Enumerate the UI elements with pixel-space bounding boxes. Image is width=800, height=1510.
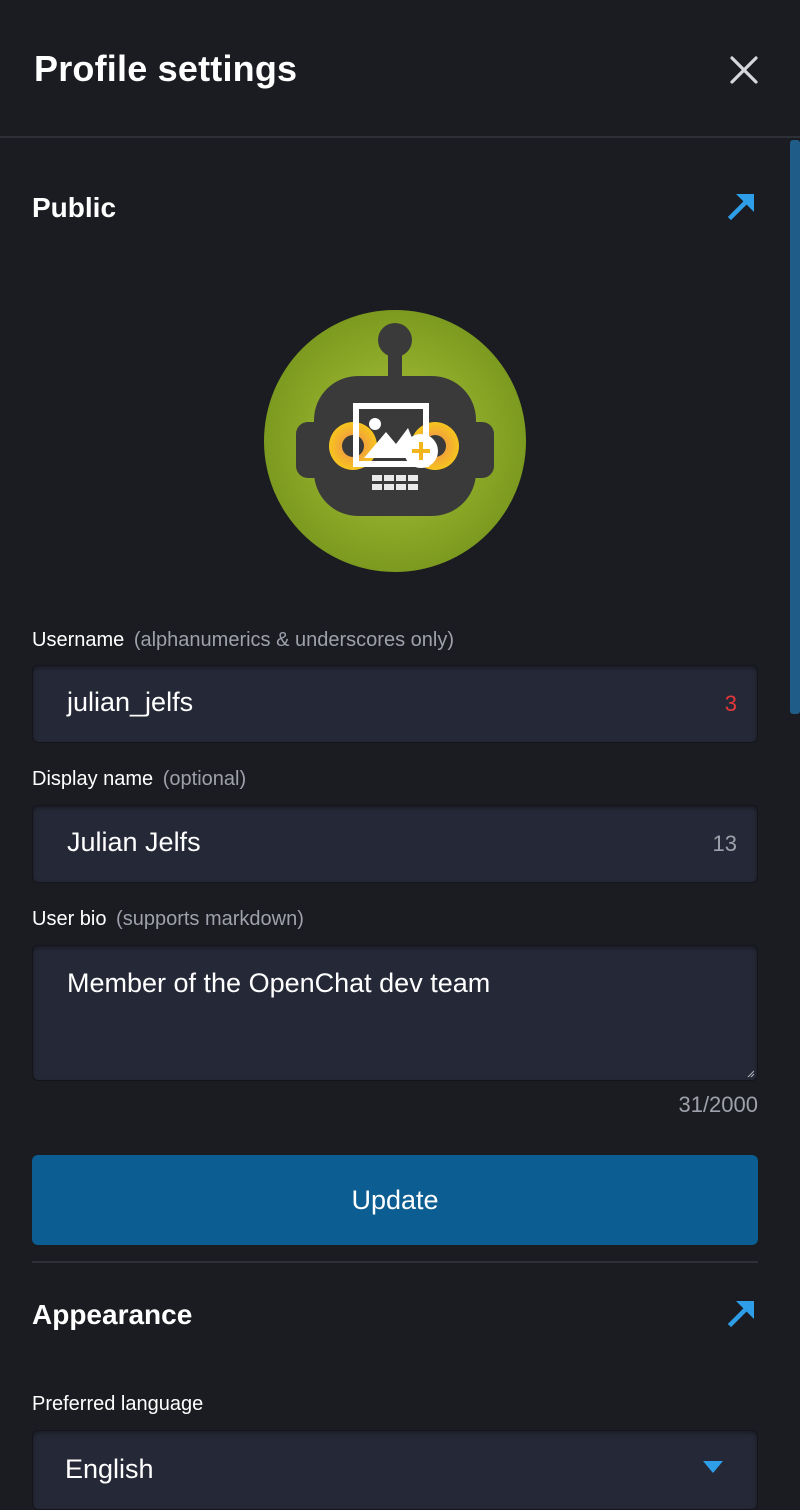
username-hint: (alphanumerics & underscores only) [133,629,454,651]
display-name-label-text: Display name [32,768,154,790]
section-title-public: Public [32,192,117,223]
caret-down-icon [703,1461,723,1473]
close-icon [730,56,758,84]
display-name-input[interactable]: Julian Jelfs 13 [32,805,758,883]
username-value: julian_jelfs [67,687,194,717]
display-name-value: Julian Jelfs [67,827,201,857]
bio-label: User bio (supports markdown) [32,908,304,931]
avatar-upload[interactable] [264,310,526,572]
resize-grip-icon[interactable] [747,1070,755,1078]
robot-avatar [264,310,526,572]
username-label-text: Username [32,629,125,651]
username-char-count: 3 [724,691,737,716]
bio-hint: (supports markdown) [116,908,304,930]
section-divider [32,1261,758,1263]
appearance-expand-link[interactable] [726,1297,758,1329]
scrollbar-thumb[interactable] [790,140,800,714]
language-label: Preferred language [32,1393,204,1415]
display-name-label: Display name (optional) [32,768,246,791]
bio-char-count: 31/2000 [678,1092,758,1117]
public-expand-link[interactable] [726,190,758,222]
bio-label-text: User bio [32,908,107,930]
bio-value: Member of the OpenChat dev team [67,968,491,998]
arrow-up-right-icon [727,1301,754,1328]
display-name-char-count: 13 [712,831,737,856]
language-select[interactable]: English [32,1430,758,1510]
username-input[interactable]: julian_jelfs 3 [32,665,758,743]
section-title-appearance: Appearance [32,1299,193,1330]
update-button[interactable]: Update [32,1155,758,1245]
page-title: Profile settings [34,48,298,89]
modal-header: Profile settings [0,0,800,138]
arrow-up-right-icon [727,194,754,221]
close-button[interactable] [726,52,762,88]
display-name-hint: (optional) [162,768,247,790]
bio-textarea[interactable]: Member of the OpenChat dev team [32,945,758,1081]
username-label: Username (alphanumerics & underscores on… [32,629,454,652]
language-value: English [65,1454,154,1484]
